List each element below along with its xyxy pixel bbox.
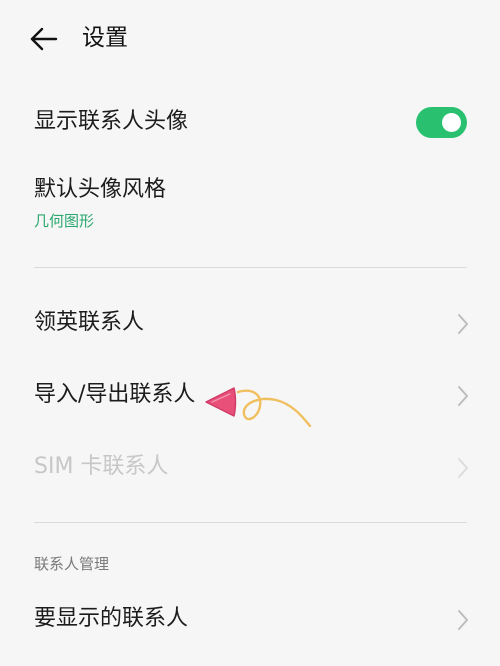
divider [34, 522, 467, 523]
row-label: 领英联系人 [34, 310, 145, 335]
linkedin-contacts-row[interactable]: 领英联系人 [0, 300, 500, 348]
arrow-left-icon[interactable] [28, 24, 60, 54]
show-avatar-toggle[interactable] [416, 107, 467, 138]
divider [34, 267, 467, 268]
chevron-right-icon [458, 458, 468, 478]
row-label: 显示联系人头像 [34, 109, 189, 134]
sim-card-contacts-row[interactable]: SIM 卡联系人 [0, 444, 500, 492]
hand-drawn-arrow-icon [205, 387, 312, 428]
avatar-style-value: 几何图形 [34, 212, 95, 230]
contacts-to-display-row[interactable]: 要显示的联系人 [0, 596, 500, 644]
chevron-right-icon [458, 610, 468, 630]
row-label: 默认头像风格 [34, 177, 167, 202]
header-bar: 设置 [0, 0, 500, 76]
row-label: 导入/导出联系人 [34, 382, 196, 407]
section-header-contact-management: 联系人管理 [34, 555, 110, 573]
toggle-knob [442, 113, 461, 132]
page-title: 设置 [82, 25, 128, 51]
row-label: 要显示的联系人 [34, 606, 189, 631]
default-avatar-style-row[interactable]: 默认头像风格 几何图形 [0, 170, 500, 240]
chevron-right-icon [458, 314, 468, 334]
chevron-right-icon [458, 386, 468, 406]
row-label: SIM 卡联系人 [34, 454, 169, 479]
